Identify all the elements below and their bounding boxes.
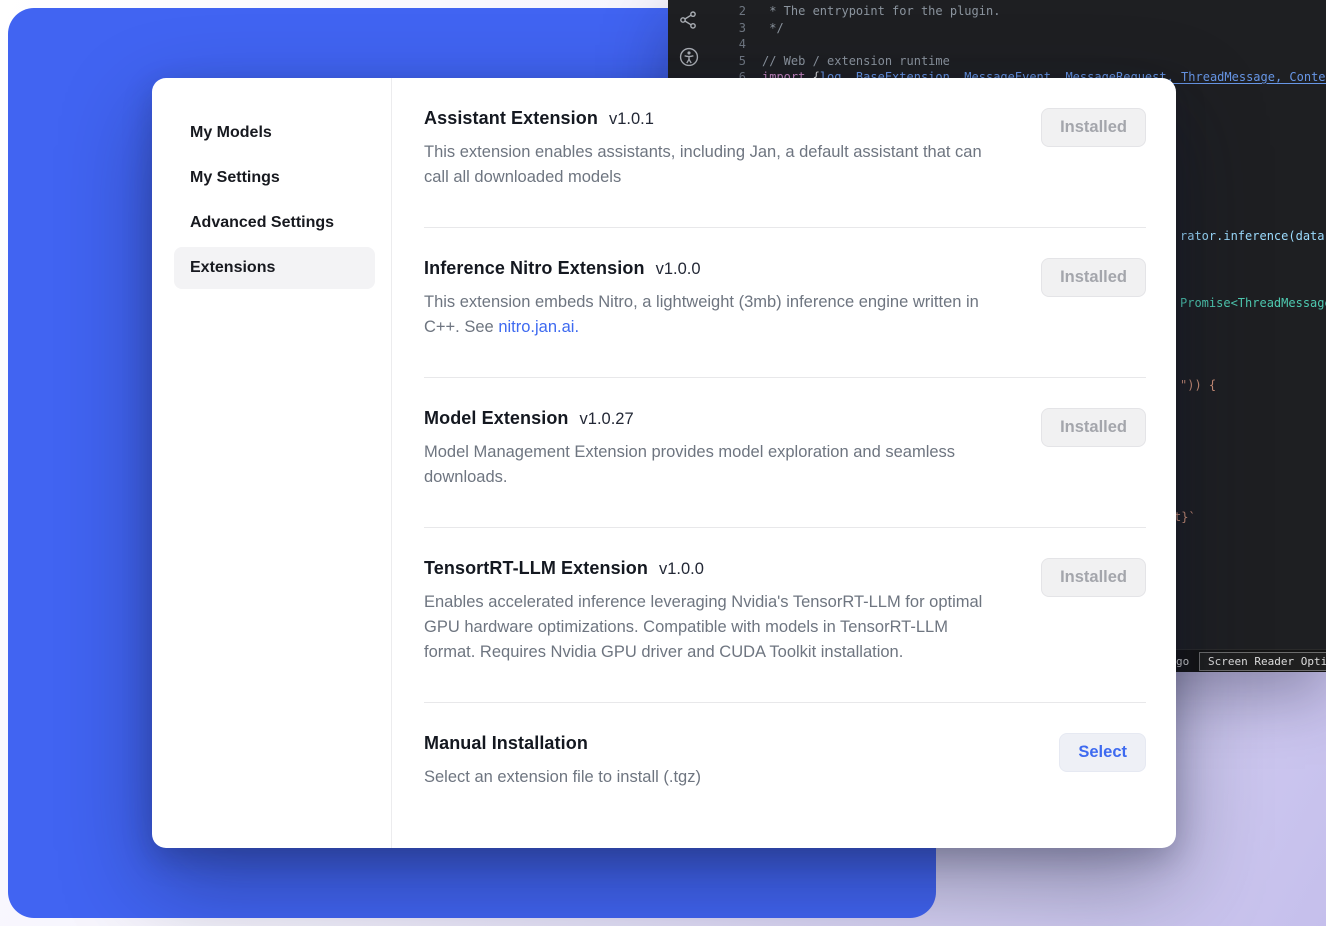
code-lines: 2 * The entrypoint for the plugin. 3 */ … xyxy=(720,3,1326,86)
extension-info: Manual Installation Select an extension … xyxy=(424,733,701,790)
code-fragment: rator.inference(data)); xyxy=(1180,229,1326,243)
accessibility-icon xyxy=(678,46,700,68)
extension-row-tensorrt: TensortRT-LLM Extension v1.0.0 Enables a… xyxy=(424,528,1146,703)
git-branch-icon xyxy=(678,10,700,30)
code-line: 3 */ xyxy=(720,20,1326,37)
line-number: 3 xyxy=(720,20,746,37)
page-background: 2 * The entrypoint for the plugin. 3 */ … xyxy=(0,0,1326,926)
sidebar-item-extensions[interactable]: Extensions xyxy=(174,247,375,289)
extension-version: v1.0.0 xyxy=(656,260,701,279)
extension-info: Inference Nitro Extension v1.0.0 This ex… xyxy=(424,258,1002,340)
installed-button[interactable]: Installed xyxy=(1041,108,1146,147)
extension-description: Enables accelerated inference leveraging… xyxy=(424,590,1002,665)
nitro-jan-ai-link[interactable]: nitro.jan.ai. xyxy=(498,318,579,336)
code-line: 2 * The entrypoint for the plugin. xyxy=(720,3,1326,20)
extension-version: v1.0.27 xyxy=(580,410,634,429)
line-number: 2 xyxy=(720,3,746,20)
extension-info: TensortRT-LLM Extension v1.0.0 Enables a… xyxy=(424,558,1002,665)
code-text: // Web / extension runtime xyxy=(762,53,950,70)
extension-description: Model Management Extension provides mode… xyxy=(424,440,1002,490)
extension-title: Model Extension xyxy=(424,408,569,429)
extension-info: Assistant Extension v1.0.1 This extensio… xyxy=(424,108,1002,190)
sidebar-item-my-models[interactable]: My Models xyxy=(174,112,375,154)
code-fragment: ")) { xyxy=(1180,378,1216,392)
extension-row-assistant: Assistant Extension v1.0.1 This extensio… xyxy=(424,78,1146,228)
extension-info: Model Extension v1.0.27 Model Management… xyxy=(424,408,1002,490)
extension-title: Assistant Extension xyxy=(424,108,598,129)
settings-modal: My Models My Settings Advanced Settings … xyxy=(152,78,1176,848)
screen-reader-badge: Screen Reader Optimiz xyxy=(1199,652,1326,671)
extension-row-nitro: Inference Nitro Extension v1.0.0 This ex… xyxy=(424,228,1146,378)
line-number: 4 xyxy=(720,36,746,53)
extension-version: v1.0.1 xyxy=(609,110,654,129)
installed-button[interactable]: Installed xyxy=(1041,258,1146,297)
sidebar-item-advanced-settings[interactable]: Advanced Settings xyxy=(174,202,375,244)
status-text: go xyxy=(1176,655,1189,668)
extensions-panel: Assistant Extension v1.0.1 This extensio… xyxy=(392,78,1176,848)
line-number: 5 xyxy=(720,53,746,70)
manual-installation-description: Select an extension file to install (.tg… xyxy=(424,765,701,790)
code-text: */ xyxy=(762,20,784,37)
extension-title: Inference Nitro Extension xyxy=(424,258,645,279)
code-line: 4 xyxy=(720,36,1326,53)
installed-button[interactable]: Installed xyxy=(1041,558,1146,597)
editor-gutter xyxy=(678,10,700,68)
manual-installation-row: Manual Installation Select an extension … xyxy=(424,703,1146,827)
installed-button[interactable]: Installed xyxy=(1041,408,1146,447)
extension-version: v1.0.0 xyxy=(659,560,704,579)
extension-description: This extension enables assistants, inclu… xyxy=(424,140,1002,190)
code-fragment: t}` xyxy=(1174,510,1196,524)
code-fragment: Promise<ThreadMessage> xyxy=(1180,296,1326,310)
settings-sidebar: My Models My Settings Advanced Settings … xyxy=(152,78,392,848)
code-line: 5 // Web / extension runtime xyxy=(720,53,1326,70)
select-file-button[interactable]: Select xyxy=(1059,733,1146,772)
code-text: * The entrypoint for the plugin. xyxy=(762,3,1000,20)
extension-title: TensortRT-LLM Extension xyxy=(424,558,648,579)
extension-description: This extension embeds Nitro, a lightweig… xyxy=(424,290,1002,340)
manual-installation-title: Manual Installation xyxy=(424,733,588,754)
extension-row-model: Model Extension v1.0.27 Model Management… xyxy=(424,378,1146,528)
sidebar-item-my-settings[interactable]: My Settings xyxy=(174,157,375,199)
